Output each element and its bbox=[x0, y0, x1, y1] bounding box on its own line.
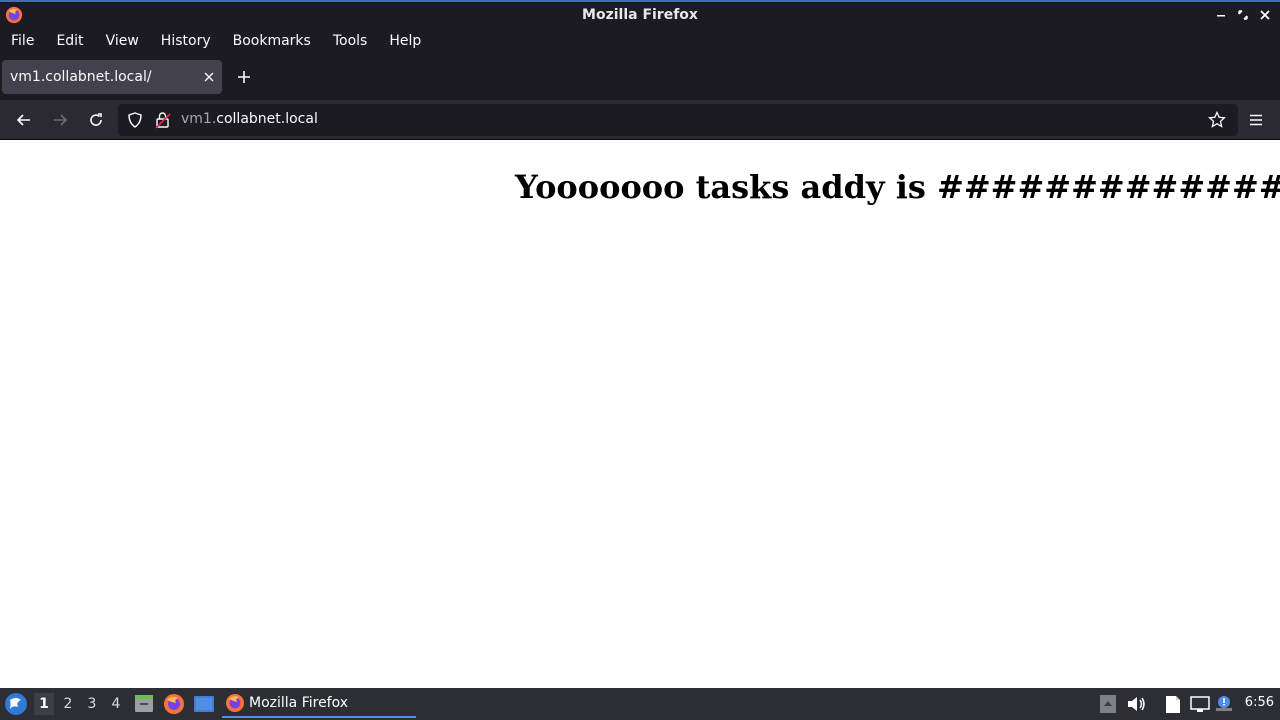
firefox-icon bbox=[5, 6, 23, 24]
minimize-button[interactable] bbox=[1212, 5, 1230, 25]
menu-history[interactable]: History bbox=[153, 30, 219, 52]
bookmark-star-icon bbox=[1208, 111, 1226, 128]
plus-icon bbox=[238, 71, 250, 83]
clock[interactable]: 6:56 bbox=[1245, 695, 1274, 710]
window-controls bbox=[1212, 5, 1274, 25]
volume-icon[interactable] bbox=[1125, 693, 1147, 715]
taskbar-task-label: Mozilla Firefox bbox=[249, 695, 349, 711]
url-subdomain: vm1. bbox=[181, 111, 217, 127]
firefox-icon bbox=[226, 694, 244, 712]
tab-active[interactable]: vm1.collabnet.local/ bbox=[2, 60, 222, 94]
tab-strip: vm1.collabnet.local/ bbox=[0, 54, 1280, 100]
tab-close-button[interactable] bbox=[196, 64, 222, 90]
notification-up-icon[interactable] bbox=[1097, 693, 1119, 715]
window-titlebar[interactable]: Mozilla Firefox bbox=[0, 0, 1280, 28]
workspace-1[interactable]: 1 bbox=[34, 693, 54, 715]
hamburger-menu-icon bbox=[1250, 114, 1262, 126]
new-tab-button[interactable] bbox=[230, 64, 258, 90]
menu-tools[interactable]: Tools bbox=[325, 30, 376, 52]
workspace-4[interactable]: 4 bbox=[106, 693, 126, 715]
page-heading: Yooooooo tasks addy is ############## bbox=[515, 168, 1280, 206]
page-content: Yooooooo tasks addy is ############## bbox=[0, 140, 1280, 688]
workspace-3[interactable]: 3 bbox=[82, 693, 102, 715]
start-menu-icon[interactable] bbox=[4, 692, 28, 716]
close-window-button[interactable] bbox=[1256, 5, 1274, 25]
navigation-bar: vm1.collabnet.local bbox=[0, 100, 1280, 140]
menu-edit[interactable]: Edit bbox=[48, 30, 91, 52]
network-icon[interactable] bbox=[1189, 693, 1211, 715]
clipboard-icon[interactable] bbox=[1162, 693, 1184, 715]
menu-bookmarks[interactable]: Bookmarks bbox=[225, 30, 319, 52]
maximize-icon bbox=[1238, 10, 1248, 20]
back-arrow-icon bbox=[16, 114, 30, 126]
back-button[interactable] bbox=[9, 105, 39, 135]
menu-file[interactable]: File bbox=[3, 30, 42, 52]
window-title: Mozilla Firefox bbox=[582, 7, 698, 23]
tracking-shield-icon[interactable] bbox=[127, 112, 143, 128]
close-icon bbox=[1260, 10, 1270, 20]
reload-button[interactable] bbox=[81, 105, 111, 135]
taskbar: 1 2 3 4 Mozilla Firefox 6:56 bbox=[0, 688, 1280, 720]
url-text[interactable]: vm1.collabnet.local bbox=[181, 111, 318, 127]
reload-icon bbox=[90, 113, 102, 126]
forward-arrow-icon bbox=[54, 114, 68, 126]
tab-title: vm1.collabnet.local/ bbox=[10, 69, 152, 85]
updates-notification-icon[interactable] bbox=[1214, 693, 1236, 715]
minimize-icon bbox=[1217, 15, 1225, 17]
close-icon bbox=[204, 72, 214, 82]
menu-bar: File Edit View History Bookmarks Tools H… bbox=[0, 28, 1280, 54]
menu-view[interactable]: View bbox=[98, 30, 147, 52]
workspace-2[interactable]: 2 bbox=[58, 693, 78, 715]
menu-help[interactable]: Help bbox=[381, 30, 429, 52]
forward-button[interactable] bbox=[45, 105, 75, 135]
app-menu-button[interactable] bbox=[1241, 105, 1271, 135]
terminal-icon[interactable] bbox=[193, 693, 215, 715]
taskbar-task-firefox[interactable]: Mozilla Firefox bbox=[222, 690, 416, 718]
url-bar[interactable]: vm1.collabnet.local bbox=[118, 104, 1238, 136]
firefox-launcher-icon[interactable] bbox=[163, 693, 185, 715]
bookmark-button[interactable] bbox=[1202, 105, 1232, 135]
maximize-button[interactable] bbox=[1234, 5, 1252, 25]
insecure-lock-icon[interactable] bbox=[155, 111, 171, 129]
file-manager-icon[interactable] bbox=[133, 693, 155, 715]
desktop-screen: Mozilla Firefox File Edit View History B… bbox=[0, 0, 1280, 720]
url-domain: collabnet.local bbox=[216, 111, 318, 127]
